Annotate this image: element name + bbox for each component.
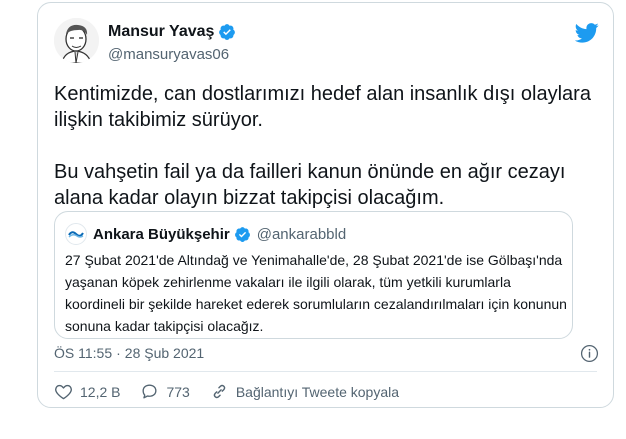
- tweet-date[interactable]: 28 Şub 2021: [125, 345, 204, 361]
- twitter-bird-icon[interactable]: [575, 23, 599, 43]
- link-icon: [213, 384, 226, 399]
- verified-badge-icon: [234, 226, 250, 242]
- quoted-text: 27 Şubat 2021'de Altındağ ve Yenimahalle…: [65, 252, 567, 334]
- author-row: Mansur Yavaş: [108, 23, 236, 41]
- tweet-time[interactable]: ÖS 11:55: [54, 345, 112, 361]
- ankara-logo-icon: [68, 231, 84, 238]
- tweet-text: Kentimizde, can dostlarımızı hedef alan …: [54, 81, 594, 211]
- quoted-tweet[interactable]: Ankara Büyükşehir @ankarabbld 27 Şubat 2…: [54, 211, 573, 339]
- verified-badge-icon: [219, 24, 236, 40]
- copy-link-label: Bağlantıyı Tweete kopyala: [235, 383, 400, 400]
- copy-link-button[interactable]: Bağlantıyı Tweete kopyala: [210, 382, 399, 401]
- heart-icon: [55, 384, 72, 400]
- tweet-paragraph-2: Bu vahşetin fail ya da failleri kanun ön…: [54, 161, 566, 209]
- info-icon[interactable]: [580, 344, 599, 363]
- avatar[interactable]: [54, 18, 99, 63]
- like-count: 12,2 B: [80, 383, 121, 400]
- reply-icon: [142, 384, 157, 399]
- quoted-author-handle: @ankarabbld: [256, 225, 347, 243]
- tweet-timestamp[interactable]: ÖS 11:55 · 28 Şub 2021: [54, 345, 204, 361]
- tweet-card: Mansur Yavaş @mansuryavas06 Kentimizde, …: [37, 2, 614, 408]
- like-button[interactable]: 12,2 B: [54, 382, 120, 401]
- author-name[interactable]: Mansur Yavaş: [108, 23, 214, 41]
- author-handle[interactable]: @mansuryavas06: [108, 46, 229, 63]
- quoted-author-row: Ankara Büyükşehir @ankarabbld: [65, 223, 346, 245]
- reply-button[interactable]: 773: [140, 382, 190, 401]
- tweet-paragraph-1: Kentimizde, can dostlarımızı hedef alan …: [54, 83, 591, 131]
- reply-count: 773: [166, 383, 190, 400]
- divider: [54, 371, 597, 372]
- tweet-actions: 12,2 B 773 Bağlantıyı Tweete kopyala: [54, 382, 419, 401]
- quoted-avatar: [65, 223, 87, 245]
- timestamp-separator: ·: [116, 345, 121, 361]
- quoted-author-name: Ankara Büyükşehir: [93, 225, 230, 243]
